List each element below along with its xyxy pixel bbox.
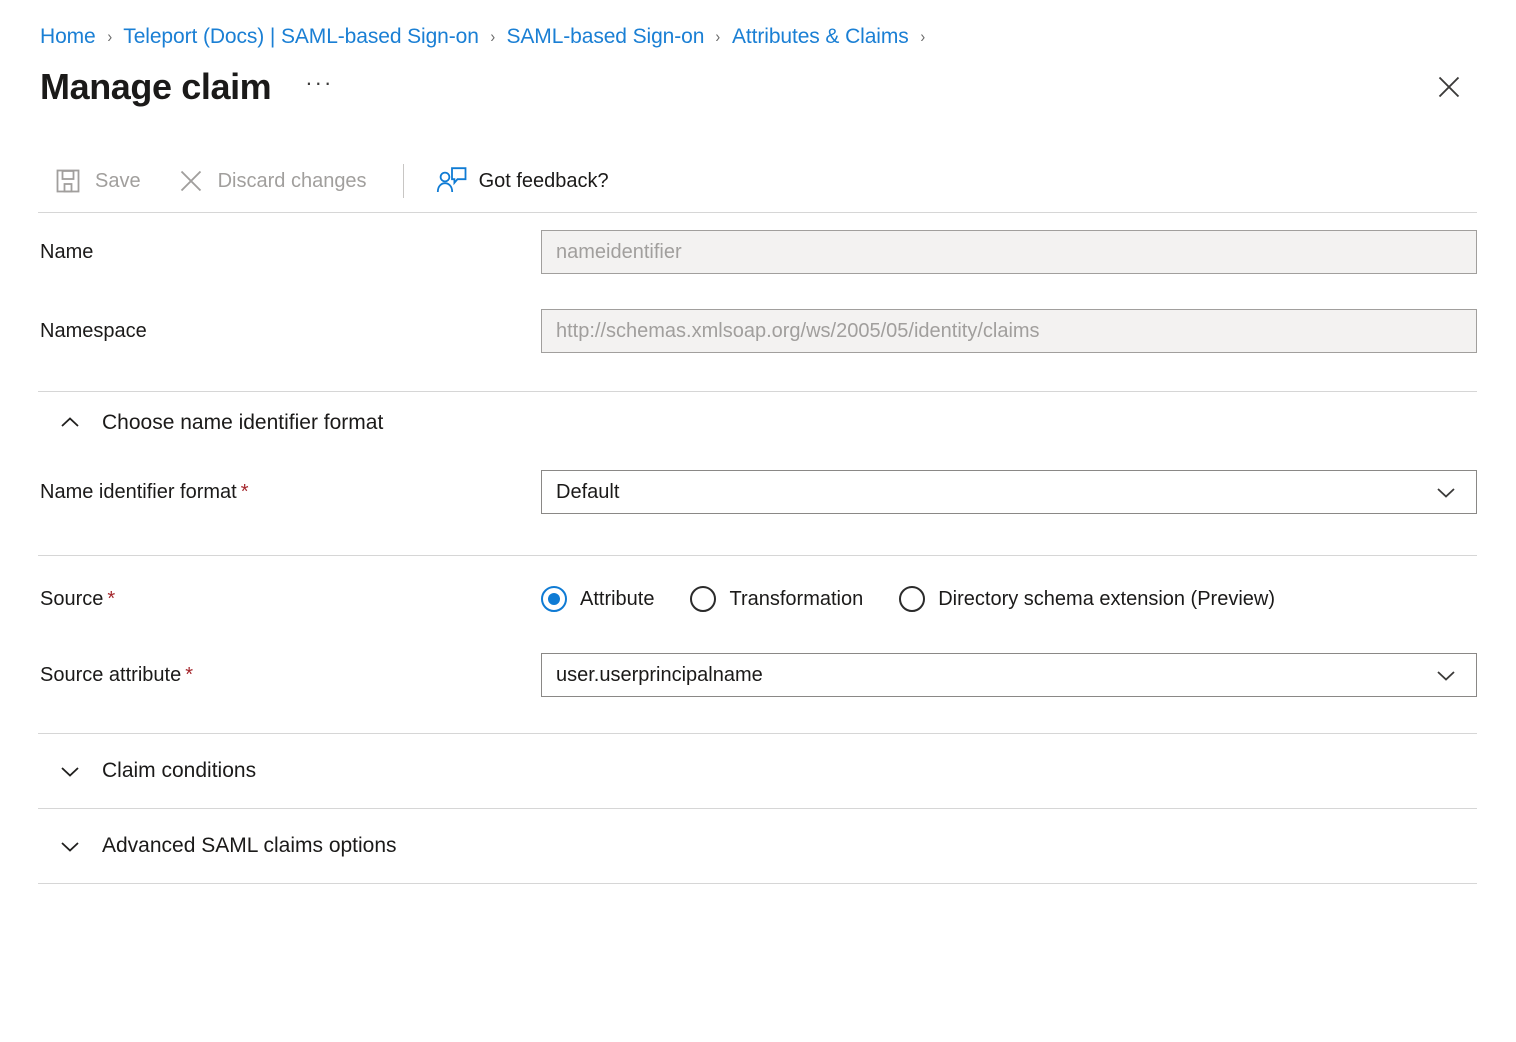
radio-dot-icon: [899, 586, 925, 612]
radio-label-attribute: Attribute: [580, 588, 654, 611]
name-identifier-format-dropdown[interactable]: Default: [541, 470, 1477, 514]
section-title: Claim conditions: [102, 759, 256, 783]
name-identifier-format-label: Name identifier format*: [40, 481, 541, 504]
breadcrumb-separator-icon: ›: [107, 27, 112, 47]
page-header: Manage claim ···: [0, 52, 1516, 122]
breadcrumb-item-attributes-claims[interactable]: Attributes & Claims: [732, 25, 909, 49]
command-bar: Save Discard changes Got feedback?: [0, 150, 1516, 212]
namespace-row: Namespace http://schemas.xmlsoap.org/ws/…: [0, 291, 1516, 371]
got-feedback-button[interactable]: Got feedback?: [432, 159, 613, 203]
section-advanced-saml-claims-options[interactable]: Advanced SAML claims options: [0, 809, 1516, 883]
close-icon: [175, 165, 207, 197]
namespace-input-value: http://schemas.xmlsoap.org/ws/2005/05/id…: [556, 320, 1040, 343]
radio-label-directory-schema-extension: Directory schema extension (Preview): [938, 588, 1275, 611]
required-indicator: *: [185, 664, 193, 686]
breadcrumb-separator-icon: ›: [490, 27, 495, 47]
radio-label-transformation: Transformation: [729, 588, 863, 611]
section-title: Advanced SAML claims options: [102, 834, 397, 858]
name-identifier-format-label-text: Name identifier format: [40, 481, 237, 503]
chevron-down-icon: [1434, 480, 1462, 504]
source-radio-group: Attribute Transformation Directory schem…: [541, 586, 1477, 612]
close-icon: [1436, 74, 1462, 100]
save-button-label: Save: [95, 170, 141, 193]
radio-dot-icon: [541, 586, 567, 612]
section-divider-bottom: [38, 883, 1477, 884]
breadcrumb-item-home[interactable]: Home: [40, 25, 96, 49]
breadcrumb-item-teleport-docs[interactable]: Teleport (Docs) | SAML-based Sign-on: [123, 25, 479, 49]
save-button[interactable]: Save: [48, 159, 145, 203]
section-title: Choose name identifier format: [102, 411, 383, 435]
page-title: Manage claim: [40, 69, 271, 105]
name-label: Name: [40, 241, 541, 264]
save-icon: [52, 165, 84, 197]
breadcrumb-separator-icon: ›: [920, 27, 925, 47]
breadcrumb-item-saml-based-sign-on[interactable]: SAML-based Sign-on: [506, 25, 704, 49]
name-input[interactable]: nameidentifier: [541, 230, 1477, 274]
feedback-person-icon: [436, 165, 468, 197]
radio-option-attribute[interactable]: Attribute: [541, 586, 654, 612]
section-divider-source: [38, 555, 1477, 556]
source-attribute-value: user.userprincipalname: [556, 664, 763, 687]
toolbar-divider: [403, 164, 404, 198]
got-feedback-label: Got feedback?: [479, 170, 609, 193]
required-indicator: *: [241, 481, 249, 503]
name-row: Name nameidentifier: [0, 213, 1516, 291]
chevron-down-icon: [56, 757, 84, 785]
source-attribute-label: Source attribute*: [40, 664, 541, 687]
more-options-button[interactable]: ···: [305, 72, 333, 102]
source-attribute-label-text: Source attribute: [40, 664, 181, 686]
name-identifier-format-row: Name identifier format* Default: [0, 454, 1516, 530]
radio-option-transformation[interactable]: Transformation: [690, 586, 863, 612]
section-claim-conditions[interactable]: Claim conditions: [0, 734, 1516, 808]
source-label-text: Source: [40, 588, 103, 610]
close-button[interactable]: [1432, 70, 1466, 104]
required-indicator: *: [107, 588, 115, 610]
breadcrumb: Home › Teleport (Docs) | SAML-based Sign…: [0, 0, 1516, 52]
namespace-label: Namespace: [40, 320, 541, 343]
name-identifier-format-value: Default: [556, 481, 619, 504]
source-attribute-dropdown[interactable]: user.userprincipalname: [541, 653, 1477, 697]
chevron-up-icon: [56, 409, 84, 437]
radio-option-directory-schema-extension[interactable]: Directory schema extension (Preview): [899, 586, 1275, 612]
source-row: Source* Attribute Transformation Directo…: [0, 562, 1516, 636]
discard-changes-label: Discard changes: [218, 170, 367, 193]
section-choose-name-identifier-format[interactable]: Choose name identifier format: [0, 392, 1516, 454]
source-label: Source*: [40, 588, 541, 611]
chevron-down-icon: [1434, 663, 1462, 687]
namespace-input[interactable]: http://schemas.xmlsoap.org/ws/2005/05/id…: [541, 309, 1477, 353]
source-attribute-row: Source attribute* user.userprincipalname: [0, 636, 1516, 714]
radio-dot-icon: [690, 586, 716, 612]
name-input-value: nameidentifier: [556, 241, 682, 264]
discard-changes-button[interactable]: Discard changes: [171, 159, 371, 203]
breadcrumb-separator-icon: ›: [716, 27, 721, 47]
chevron-down-icon: [56, 832, 84, 860]
